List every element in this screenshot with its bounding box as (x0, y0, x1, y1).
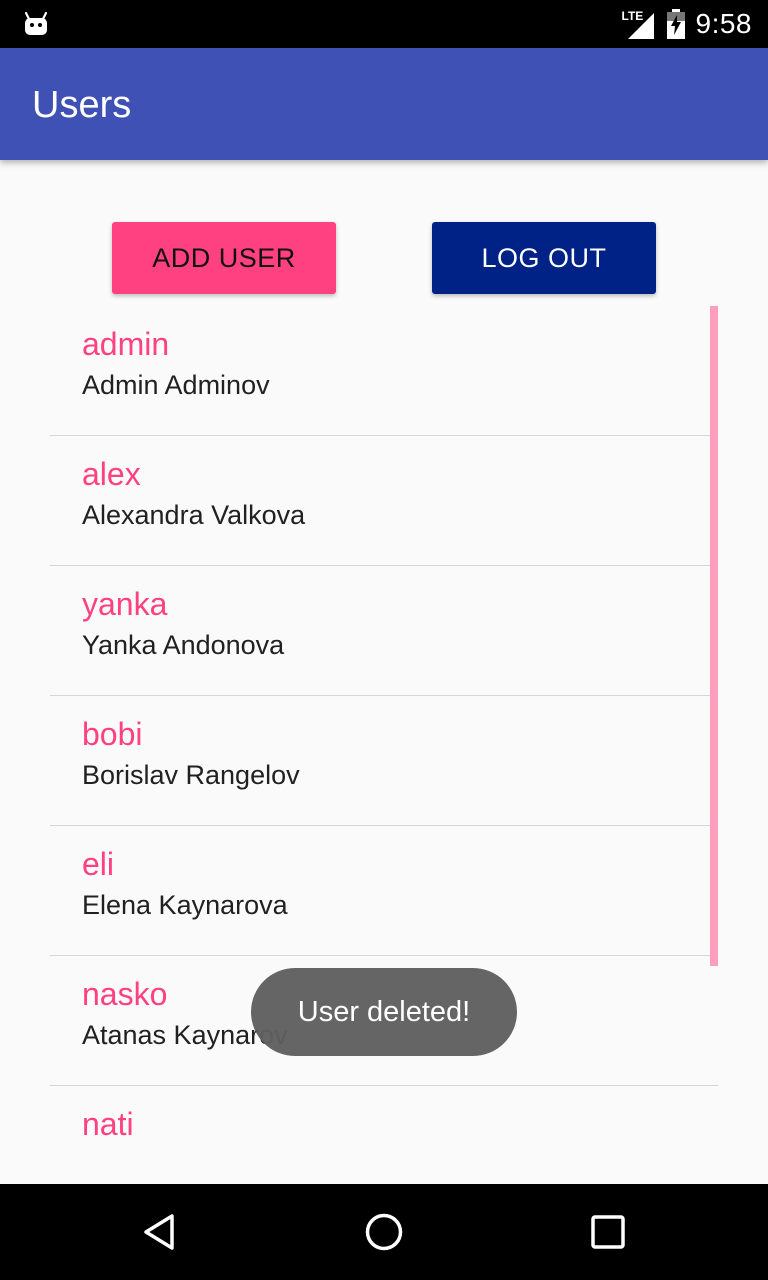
list-scrollbar[interactable] (710, 306, 718, 966)
username: eli (82, 846, 115, 882)
list-item[interactable]: alex Alexandra Valkova (50, 436, 718, 566)
battery-icon (666, 9, 685, 39)
app-bar: Users (0, 48, 768, 160)
log-out-button[interactable]: LOG OUT (432, 222, 656, 294)
list-item[interactable]: bobi Borislav Rangelov (50, 696, 718, 826)
home-button[interactable] (356, 1204, 412, 1260)
back-triangle-icon (144, 1214, 174, 1250)
navigation-bar (0, 1184, 768, 1280)
full-name: Elena Kaynarova (82, 890, 288, 920)
signal-icon: LTE (622, 9, 656, 39)
username: bobi (82, 716, 143, 752)
full-name: Borislav Rangelov (82, 760, 300, 790)
back-button[interactable] (132, 1204, 188, 1260)
list-item[interactable]: nati (50, 1086, 718, 1184)
list-item[interactable]: eli Elena Kaynarova (50, 826, 718, 956)
add-user-button[interactable]: ADD USER (112, 222, 336, 294)
list-item[interactable]: yanka Yanka Andonova (50, 566, 718, 696)
username: alex (82, 456, 141, 492)
username: nati (82, 1106, 134, 1142)
page-title: Users (32, 84, 132, 126)
username: yanka (82, 586, 168, 622)
status-bar: LTE 9:58 (0, 0, 768, 48)
full-name: Yanka Andonova (82, 630, 285, 660)
android-notification-icon (24, 11, 48, 35)
username: admin (82, 326, 170, 362)
clock: 9:58 (695, 8, 752, 39)
full-name: Alexandra Valkova (82, 500, 306, 530)
recents-square-icon (591, 1215, 625, 1249)
full-name: Admin Adminov (82, 370, 270, 400)
username: nasko (82, 976, 168, 1012)
toast-message: User deleted! (251, 968, 517, 1056)
list-item[interactable]: admin Admin Adminov (50, 306, 718, 436)
home-circle-icon (365, 1213, 403, 1251)
recents-button[interactable] (580, 1204, 636, 1260)
